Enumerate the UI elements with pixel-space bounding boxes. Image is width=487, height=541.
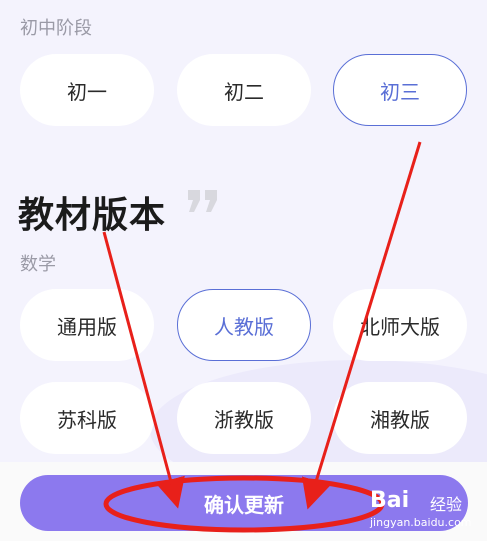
edition-option-beishida[interactable]: 北师大版 [333, 289, 467, 361]
subject-label: 数学 [20, 254, 56, 275]
edition-option-renjiao-selected[interactable]: 人教版 [177, 289, 311, 361]
edition-option-xiangjiao[interactable]: 湘教版 [333, 382, 467, 454]
watermark-logo: Bai [370, 488, 410, 513]
watermark-url: jingyan.baidu.com [370, 516, 472, 529]
grade-option-2[interactable]: 初二 [177, 54, 311, 126]
watermark-text: 经验 [430, 495, 463, 514]
textbook-settings-page: 初中阶段 初一 初二 初三 教材版本 数学 通用版 人教版 北师大版 苏科版 浙… [0, 0, 487, 541]
edition-option-tongyong[interactable]: 通用版 [20, 289, 154, 361]
textbook-version-title: 教材版本 [18, 195, 167, 236]
baidu-jingyan-watermark: Bai 经验 jingyan.baidu.com [370, 488, 482, 534]
section-label-junior-high: 初中阶段 [20, 18, 92, 39]
edition-option-zhejiao[interactable]: 浙教版 [177, 382, 311, 454]
grade-option-1[interactable]: 初一 [20, 54, 154, 126]
quote-icon [188, 190, 217, 212]
grade-option-3-selected[interactable]: 初三 [333, 54, 467, 126]
annotation-arrow-left [102, 231, 185, 509]
edition-option-suke[interactable]: 苏科版 [20, 382, 154, 454]
